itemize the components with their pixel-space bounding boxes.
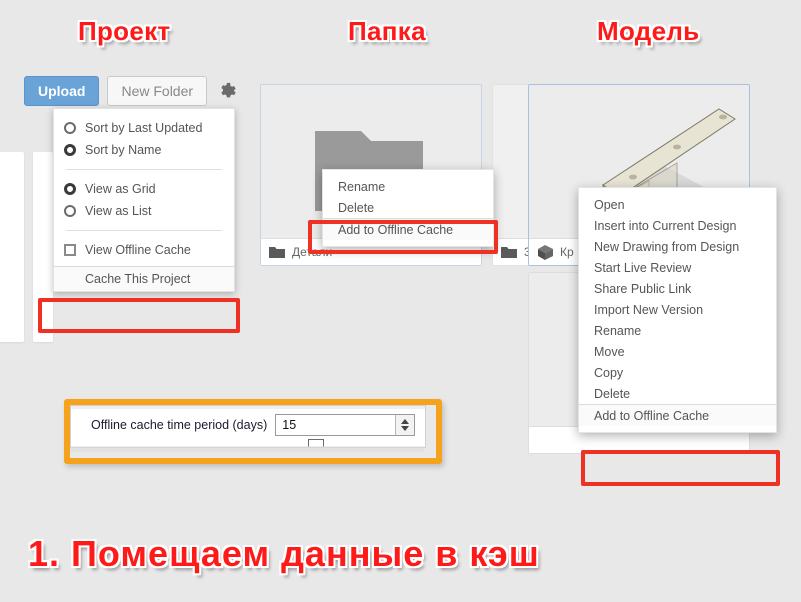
menu-option-view-offline-cache[interactable]: View Offline Cache	[54, 239, 234, 261]
menu-option-sort-name[interactable]: Sort by Name	[54, 139, 234, 161]
background-panel-left-2	[33, 152, 53, 342]
folder-icon	[501, 247, 517, 258]
context-menu-item-delete[interactable]: Delete	[323, 197, 493, 218]
option-label: View as List	[85, 204, 152, 218]
context-menu-item-rename[interactable]: Rename	[323, 176, 493, 197]
project-toolbar: Upload New Folder	[24, 74, 237, 108]
cube-icon	[538, 244, 553, 260]
menu-divider	[66, 230, 222, 231]
context-menu-item-share-public-link[interactable]: Share Public Link	[579, 278, 776, 299]
gear-icon[interactable]	[217, 81, 237, 101]
option-label: Sort by Last Updated	[85, 121, 203, 135]
screenshot-stage: Проект Папка Модель 1. Помещаем данные в…	[0, 0, 801, 602]
model-context-menu: Open Insert into Current Design New Draw…	[578, 187, 777, 433]
folder-context-menu: Rename Delete Add to Offline Cache	[322, 169, 494, 247]
radio-selected-icon	[64, 144, 76, 156]
option-label: Cache This Project	[85, 272, 191, 286]
context-menu-item-import-new-version[interactable]: Import New Version	[579, 299, 776, 320]
model-card-label: Кр	[560, 245, 574, 259]
context-menu-item-copy[interactable]: Copy	[579, 362, 776, 383]
context-menu-item-add-to-offline-cache[interactable]: Add to Offline Cache	[323, 218, 493, 240]
menu-divider	[66, 169, 222, 170]
caption-model: Модель	[597, 16, 700, 46]
option-label: Sort by Name	[85, 143, 162, 157]
context-menu-item-open[interactable]: Open	[579, 194, 776, 215]
context-menu-item-move[interactable]: Move	[579, 341, 776, 362]
folder-icon	[269, 247, 285, 258]
radio-selected-icon	[64, 183, 76, 195]
new-folder-button[interactable]: New Folder	[107, 76, 208, 106]
context-menu-item-insert-into-current-design[interactable]: Insert into Current Design	[579, 215, 776, 236]
highlight-cache-this-project	[38, 298, 240, 333]
menu-option-cache-this-project[interactable]: Cache This Project	[54, 266, 234, 291]
highlight-offline-cache-time-period	[64, 399, 442, 464]
option-label: View as Grid	[85, 182, 156, 196]
menu-option-view-list[interactable]: View as List	[54, 200, 234, 222]
context-menu-item-rename[interactable]: Rename	[579, 320, 776, 341]
highlight-model-add-to-offline-cache	[581, 450, 780, 486]
menu-option-sort-last-updated[interactable]: Sort by Last Updated	[54, 117, 234, 139]
option-label: View Offline Cache	[85, 243, 191, 257]
context-menu-item-new-drawing-from-design[interactable]: New Drawing from Design	[579, 236, 776, 257]
context-menu-item-add-to-offline-cache[interactable]: Add to Offline Cache	[579, 404, 776, 426]
caption-project: Проект	[78, 16, 171, 46]
caption-step-1: 1. Помещаем данные в кэш	[28, 533, 540, 574]
project-settings-menu: Sort by Last Updated Sort by Name View a…	[53, 108, 235, 292]
radio-icon	[64, 122, 76, 134]
checkbox-icon	[64, 244, 76, 256]
radio-icon	[64, 205, 76, 217]
caption-folder: Папка	[348, 16, 426, 46]
upload-button[interactable]: Upload	[24, 76, 100, 106]
folder-card-label: Детали	[292, 245, 333, 259]
context-menu-item-start-live-review[interactable]: Start Live Review	[579, 257, 776, 278]
context-menu-item-delete[interactable]: Delete	[579, 383, 776, 404]
background-panel-left	[0, 152, 24, 342]
menu-option-view-grid[interactable]: View as Grid	[54, 178, 234, 200]
